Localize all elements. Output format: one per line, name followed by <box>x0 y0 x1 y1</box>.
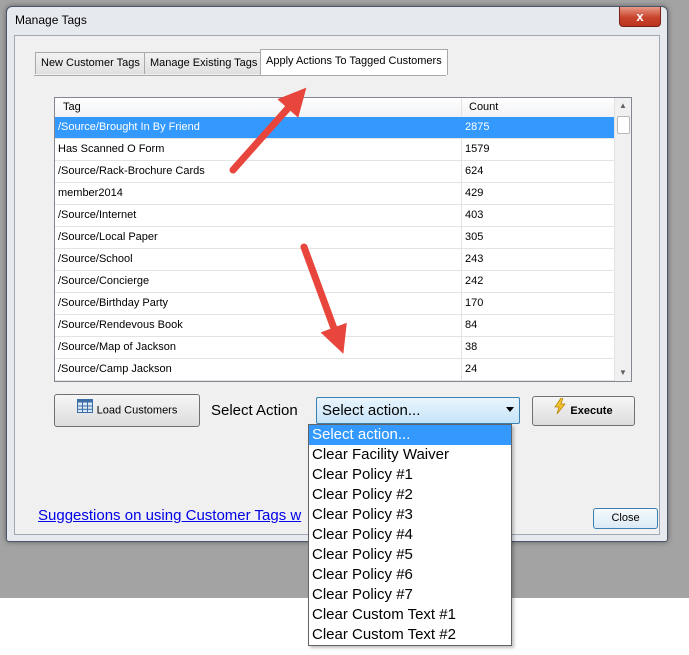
cell-count: 170 <box>465 297 484 309</box>
grid-icon <box>76 395 93 426</box>
scroll-down-icon[interactable]: ▼ <box>615 365 631 381</box>
table-row[interactable]: /Source/Rack-Brochure Cards 624 <box>55 161 615 183</box>
dropdown-option[interactable]: Select action... <box>309 425 511 445</box>
table-row[interactable]: /Source/Camp Jackson 24 <box>55 359 615 381</box>
close-button[interactable]: Close <box>593 508 658 529</box>
cell-tag: /Source/Concierge <box>55 271 462 292</box>
table-row[interactable]: /Source/Map of Jackson 38 <box>55 337 615 359</box>
table-row[interactable]: member2014 429 <box>55 183 615 205</box>
cell-tag: member2014 <box>55 183 462 204</box>
title-bar: Manage Tags x <box>7 7 667 33</box>
dropdown-option[interactable]: Clear Policy #1 <box>309 465 511 485</box>
scroll-up-icon[interactable]: ▲ <box>615 98 631 114</box>
scroll-thumb[interactable] <box>617 116 630 134</box>
execute-button[interactable]: Execute <box>532 396 635 426</box>
cell-tag: /Source/Internet <box>55 205 462 226</box>
select-action-combobox[interactable]: Select action... <box>316 397 520 424</box>
load-customers-label: Load Customers <box>96 404 178 417</box>
cell-count: 38 <box>465 341 478 353</box>
dropdown-option[interactable]: Clear Facility Waiver <box>309 445 511 465</box>
cell-count: 1579 <box>465 143 490 155</box>
dropdown-option[interactable]: Clear Custom Text #2 <box>309 625 511 645</box>
tags-grid[interactable]: Tag Count /Source/Brought In By Friend 28… <box>54 97 632 382</box>
cell-tag: /Source/Brought In By Friend <box>55 117 462 138</box>
table-row[interactable]: /Source/Rendevous Book 84 <box>55 315 615 337</box>
cell-tag: /Source/Camp Jackson <box>55 359 462 380</box>
cell-count: 305 <box>465 231 484 243</box>
dropdown-option[interactable]: Clear Policy #5 <box>309 545 511 565</box>
load-customers-button[interactable]: Load Customers <box>54 394 200 427</box>
cell-tag: /Source/Rack-Brochure Cards <box>55 161 462 182</box>
cell-tag: /Source/Map of Jackson <box>55 337 462 358</box>
execute-label: Execute <box>570 405 613 417</box>
table-row[interactable]: Has Scanned O Form 1579 <box>55 139 615 161</box>
table-row[interactable]: /Source/Brought In By Friend 2875 <box>55 117 615 139</box>
table-row[interactable]: /Source/Internet 403 <box>55 205 615 227</box>
dropdown-option[interactable]: Clear Policy #7 <box>309 585 511 605</box>
column-header-count[interactable]: Count <box>462 98 615 117</box>
table-row[interactable]: /Source/School 243 <box>55 249 615 271</box>
cell-count: 84 <box>465 319 478 331</box>
cell-count: 429 <box>465 187 484 199</box>
dropdown-option[interactable]: Clear Policy #6 <box>309 565 511 585</box>
vertical-scrollbar[interactable]: ▲ ▼ <box>614 98 631 381</box>
tab-apply-actions[interactable]: Apply Actions To Tagged Customers <box>260 49 448 75</box>
dropdown-option[interactable]: Clear Policy #2 <box>309 485 511 505</box>
tab-divider <box>34 75 446 76</box>
grid-header: Tag Count <box>55 98 615 118</box>
cell-count: 242 <box>465 275 484 287</box>
cell-tag: /Source/Local Paper <box>55 227 462 248</box>
grid-rows: /Source/Brought In By Friend 2875 Has Sca… <box>55 117 615 381</box>
table-row[interactable]: /Source/Concierge 242 <box>55 271 615 293</box>
cell-count: 24 <box>465 363 478 375</box>
tab-new-customer-tags[interactable]: New Customer Tags <box>35 52 146 74</box>
action-dropdown-list[interactable]: Select action... Clear Facility Waiver C… <box>308 424 512 646</box>
select-action-label: Select Action <box>211 402 298 419</box>
table-row[interactable]: /Source/Birthday Party 170 <box>55 293 615 315</box>
lightning-icon <box>554 397 567 425</box>
dropdown-option[interactable]: Clear Policy #4 <box>309 525 511 545</box>
select-action-value: Select action... <box>322 402 421 419</box>
cell-tag: Has Scanned O Form <box>55 139 462 160</box>
suggestions-link[interactable]: Suggestions on using Customer Tags w <box>38 507 301 524</box>
cell-tag: /Source/Rendevous Book <box>55 315 462 336</box>
column-header-tag[interactable]: Tag <box>55 98 462 117</box>
window-title: Manage Tags <box>15 13 87 27</box>
dropdown-option[interactable]: Clear Custom Text #1 <box>309 605 511 625</box>
cell-count: 243 <box>465 253 484 265</box>
cell-tag: /Source/School <box>55 249 462 270</box>
cell-count: 403 <box>465 209 484 221</box>
dropdown-arrow-icon[interactable] <box>506 407 514 412</box>
tab-manage-existing-tags[interactable]: Manage Existing Tags <box>144 52 264 74</box>
cell-count: 624 <box>465 165 484 177</box>
cell-count: 2875 <box>465 121 490 133</box>
dropdown-option[interactable]: Clear Policy #3 <box>309 505 511 525</box>
close-icon[interactable]: x <box>619 7 661 27</box>
table-row[interactable]: /Source/Local Paper 305 <box>55 227 615 249</box>
cell-tag: /Source/Birthday Party <box>55 293 462 314</box>
